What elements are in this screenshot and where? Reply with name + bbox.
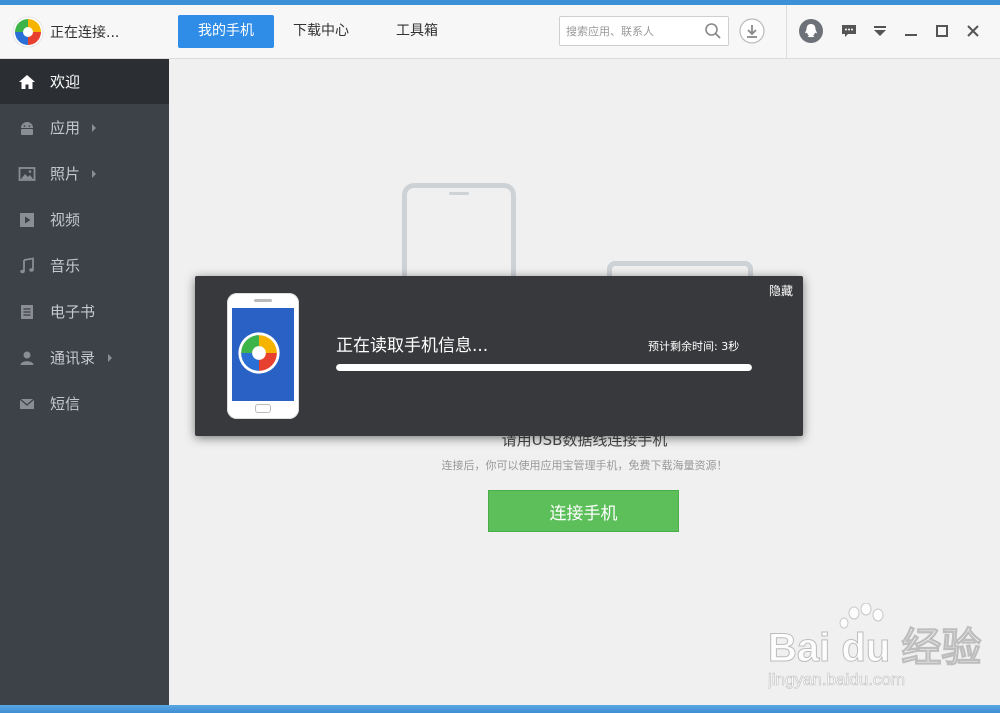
app-logo-icon — [238, 332, 280, 374]
connect-hint-subtitle: 连接后，你可以使用应用宝管理手机，免费下载海量资源！ — [441, 459, 728, 472]
connecting-dialog: 隐藏 正在读取手机信息... 预计剩余时间: 3秒 — [195, 276, 803, 436]
search-box — [559, 16, 729, 46]
eta-value: 3秒 — [721, 340, 740, 353]
sidebar-item-contacts[interactable]: 通讯录 — [0, 335, 169, 380]
download-icon — [739, 18, 765, 44]
music-icon — [18, 257, 36, 275]
qq-icon — [799, 19, 823, 43]
close-button[interactable] — [964, 22, 982, 40]
download-button[interactable] — [739, 18, 765, 44]
sidebar-item-ebooks[interactable]: 电子书 — [0, 289, 169, 334]
sidebar-item-welcome[interactable]: 欢迎 — [0, 59, 169, 104]
chevron-right-icon — [92, 124, 96, 132]
maximize-icon — [936, 25, 948, 37]
sidebar-item-label: 视频 — [50, 211, 81, 229]
watermark-url: jingyan.baidu.com — [768, 670, 905, 689]
eta-text: 预计剩余时间: 3秒 — [648, 338, 739, 354]
android-icon — [18, 119, 36, 137]
photo-icon — [18, 165, 36, 183]
sidebar-item-label: 电子书 — [50, 303, 96, 321]
tab-toolbox[interactable]: 工具箱 — [372, 15, 462, 48]
phone-graphic — [227, 293, 299, 419]
qq-button[interactable] — [798, 18, 824, 44]
connect-phone-button[interactable]: 连接手机 — [488, 490, 679, 532]
phone-home-button — [255, 404, 271, 413]
menu-dropdown-button[interactable] — [871, 22, 889, 40]
status-text: 正在读取手机信息... — [336, 336, 489, 356]
app-logo-icon — [12, 16, 44, 48]
toolbar-divider — [786, 5, 787, 58]
sidebar-item-apps[interactable]: 应用 — [0, 105, 169, 150]
maximize-button[interactable] — [933, 22, 951, 40]
baidu-watermark: Bai du 经验 jingyan.baidu.com — [768, 603, 982, 689]
sms-icon — [18, 395, 36, 413]
phone-speaker — [254, 299, 272, 302]
sidebar-item-photos[interactable]: 照片 — [0, 151, 169, 196]
search-icon[interactable] — [704, 22, 722, 40]
chevron-right-icon — [92, 170, 96, 178]
sidebar-item-music[interactable]: 音乐 — [0, 243, 169, 288]
message-icon — [842, 25, 856, 37]
close-icon — [967, 25, 979, 37]
sidebar-item-videos[interactable]: 视频 — [0, 197, 169, 242]
contacts-icon — [18, 349, 36, 367]
eta-label: 预计剩余时间: — [648, 340, 718, 353]
watermark-brand: Bai du 经验 — [768, 626, 981, 670]
sidebar-item-label: 短信 — [50, 395, 81, 413]
message-button[interactable] — [840, 22, 858, 40]
video-icon — [18, 211, 36, 229]
title-bar: 正在连接... 我的手机 下载中心 工具箱 — [0, 5, 1000, 59]
sidebar-item-label: 通讯录 — [50, 349, 96, 367]
sidebar-item-label: 欢迎 — [50, 73, 81, 91]
minimize-icon — [905, 34, 917, 36]
search-input[interactable] — [566, 21, 696, 41]
hide-dialog-link[interactable]: 隐藏 — [769, 282, 793, 299]
sidebar: 欢迎 应用 照片 视频 音乐 电子书 通讯录 短信 — [0, 59, 169, 705]
app-title: 正在连接... — [50, 25, 120, 41]
dropdown-icon — [874, 26, 886, 36]
progress-fill — [336, 364, 752, 371]
sidebar-item-label: 音乐 — [50, 257, 81, 275]
minimize-button[interactable] — [902, 22, 920, 40]
desktop-bottom-strip — [0, 705, 1000, 713]
sidebar-item-label: 照片 — [50, 165, 81, 183]
home-icon — [18, 73, 36, 91]
sidebar-item-sms[interactable]: 短信 — [0, 381, 169, 426]
sidebar-item-label: 应用 — [50, 119, 81, 137]
progress-bar — [336, 364, 752, 371]
chevron-right-icon — [108, 354, 112, 362]
tab-download-center[interactable]: 下载中心 — [276, 15, 366, 48]
ebook-icon — [18, 303, 36, 321]
tab-my-phone[interactable]: 我的手机 — [178, 15, 274, 48]
